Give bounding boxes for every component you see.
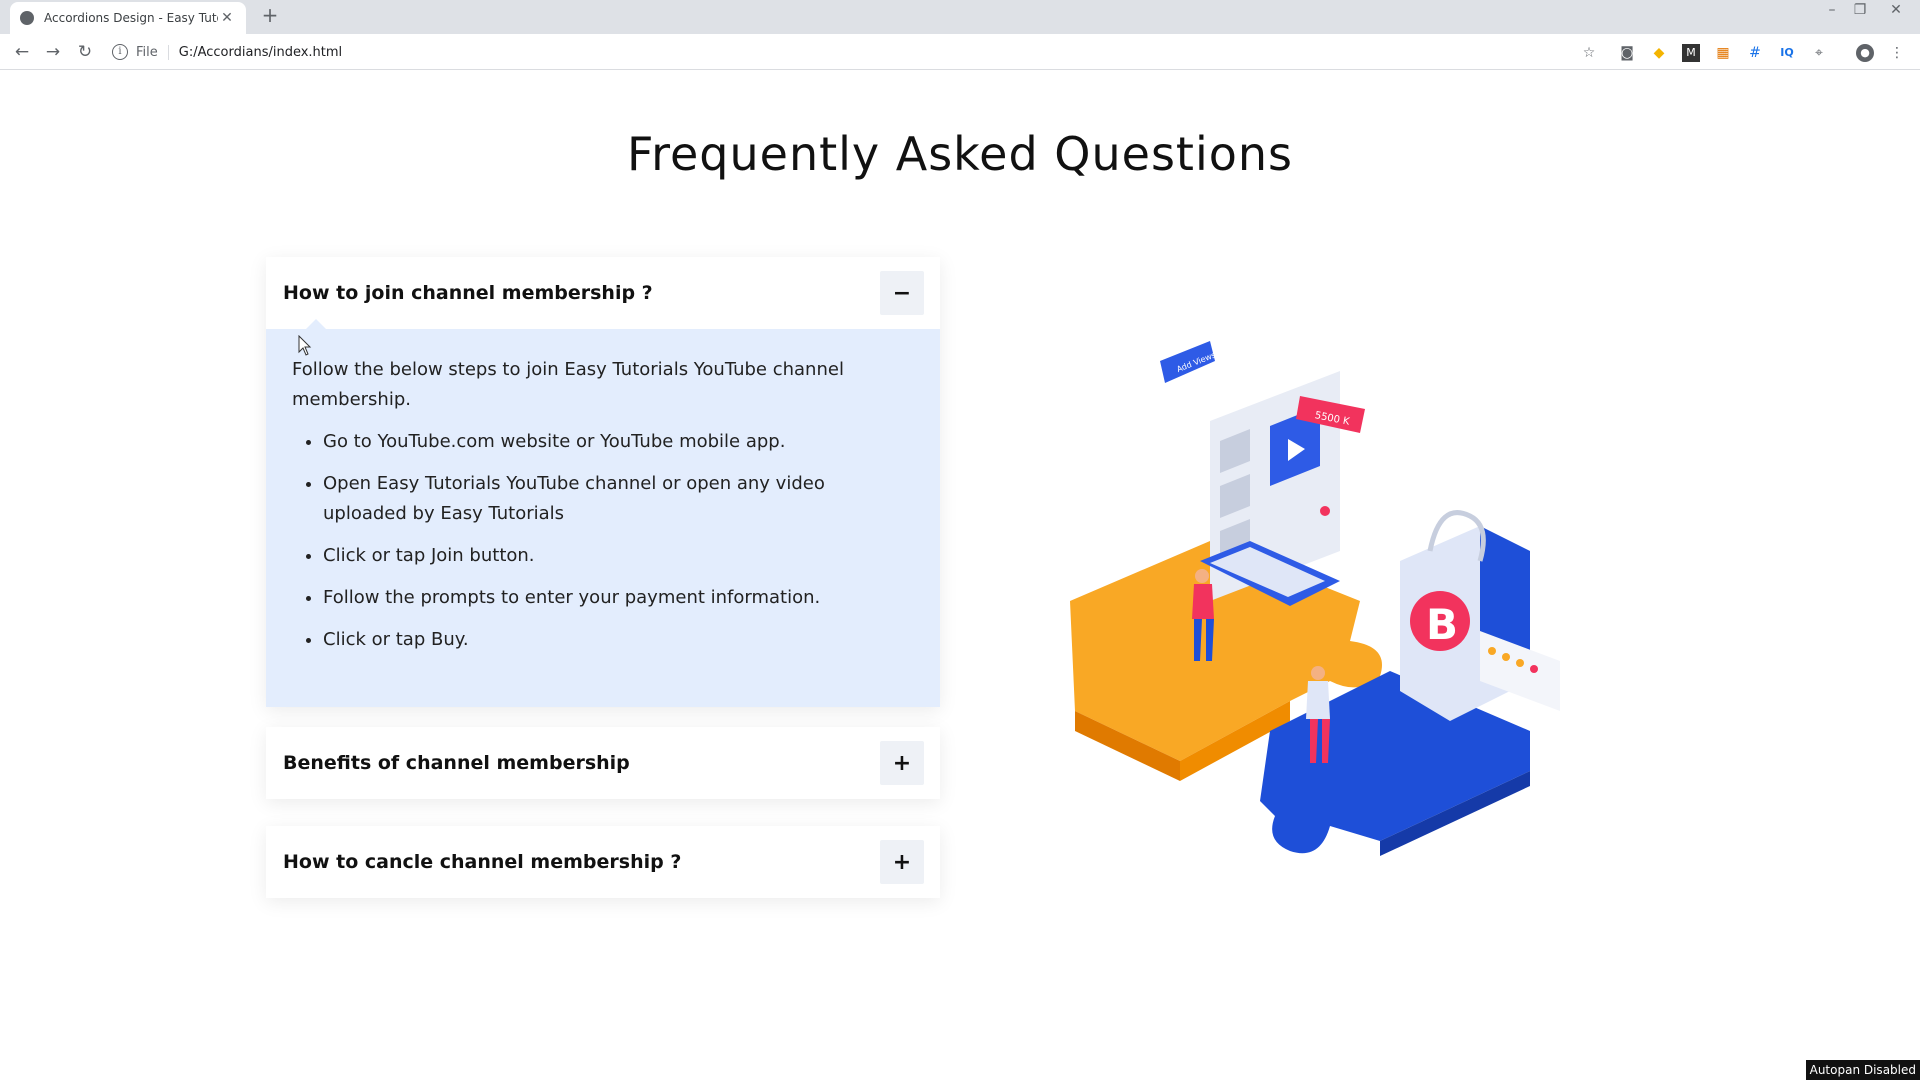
faq-item-2: Benefits of channel membership + xyxy=(266,727,940,799)
list-item: Click or tap Buy. xyxy=(323,625,910,655)
expand-plus-icon[interactable]: + xyxy=(880,741,924,785)
list-item: Follow the prompts to enter your payment… xyxy=(323,583,910,613)
iq-extension-icon[interactable]: IQ xyxy=(1778,44,1796,62)
color-extension-icon[interactable]: ▦ xyxy=(1714,44,1732,62)
list-item: Open Easy Tutorials YouTube channel or o… xyxy=(323,469,910,529)
tag-extension-icon[interactable]: ⌖ xyxy=(1810,44,1828,62)
faq-item-3: How to cancle channel membership ? + xyxy=(266,826,940,898)
grid-extension-icon[interactable]: # xyxy=(1746,44,1764,62)
browser-toolbar: ← → ↻ i File G:/Accordians/index.html ☆ … xyxy=(0,34,1920,70)
tab-strip: Accordions Design - Easy Tutorials ✕ + –… xyxy=(0,0,1920,34)
faq-question-text: Benefits of channel membership xyxy=(283,752,630,774)
camera-extension-icon[interactable]: ◙ xyxy=(1618,44,1636,62)
expand-plus-icon[interactable]: + xyxy=(880,840,924,884)
new-tab-icon[interactable]: + xyxy=(258,4,282,28)
bell-extension-icon[interactable]: ◆ xyxy=(1650,44,1668,62)
close-window-icon[interactable]: ✕ xyxy=(1882,2,1910,18)
steps-list: Go to YouTube.com website or YouTube mob… xyxy=(323,427,910,655)
answer-intro: Follow the below steps to join Easy Tuto… xyxy=(292,359,844,410)
list-item: Go to YouTube.com website or YouTube mob… xyxy=(323,427,910,457)
bag-logo-letter: B xyxy=(1426,600,1458,649)
faq-question-text: How to cancle channel membership ? xyxy=(283,851,682,873)
tab-title: Accordions Design - Easy Tutorials xyxy=(44,11,218,25)
url-text[interactable]: G:/Accordians/index.html xyxy=(179,45,342,60)
puzzle-illustration: Add Views 5500 K B xyxy=(1070,341,1560,856)
mouse-cursor-icon xyxy=(298,335,312,356)
list-item: Click or tap Join button. xyxy=(323,541,910,571)
reload-icon[interactable]: ↻ xyxy=(73,40,97,64)
profile-avatar[interactable]: ● xyxy=(1856,44,1874,62)
views-badge: Add Views xyxy=(1160,341,1217,383)
answer-pointer xyxy=(306,319,326,329)
faq-question-2[interactable]: Benefits of channel membership + xyxy=(266,727,940,799)
close-tab-icon[interactable]: ✕ xyxy=(218,10,236,26)
page-content: Frequently Asked Questions How to join c… xyxy=(0,71,1920,1080)
faq-item-1: How to join channel membership ? − Follo… xyxy=(266,257,940,707)
faq-question-1[interactable]: How to join channel membership ? − xyxy=(266,257,940,329)
page-title: Frequently Asked Questions xyxy=(626,127,1294,181)
menu-kebab-icon[interactable]: ⋮ xyxy=(1888,44,1906,62)
m-extension-icon[interactable]: M xyxy=(1682,44,1700,62)
address-bar[interactable]: i File G:/Accordians/index.html xyxy=(112,38,1592,66)
restore-icon[interactable]: ❐ xyxy=(1846,2,1874,18)
bookmark-star-icon[interactable]: ☆ xyxy=(1580,44,1598,62)
collapse-minus-icon[interactable]: − xyxy=(880,271,924,315)
forward-icon[interactable]: → xyxy=(41,40,65,64)
autopan-status: Autopan Disabled xyxy=(1805,1060,1920,1080)
page-favicon-icon xyxy=(20,11,34,25)
url-scheme: File xyxy=(136,44,169,60)
back-icon[interactable]: ← xyxy=(10,40,34,64)
faq-answer-1: Follow the below steps to join Easy Tuto… xyxy=(266,319,940,707)
minimize-icon[interactable]: – xyxy=(1818,2,1846,18)
faq-question-text: How to join channel membership ? xyxy=(283,282,653,304)
faq-question-3[interactable]: How to cancle channel membership ? + xyxy=(266,826,940,898)
browser-tab[interactable]: Accordions Design - Easy Tutorials ✕ xyxy=(10,2,246,34)
site-info-icon[interactable]: i xyxy=(112,44,128,60)
